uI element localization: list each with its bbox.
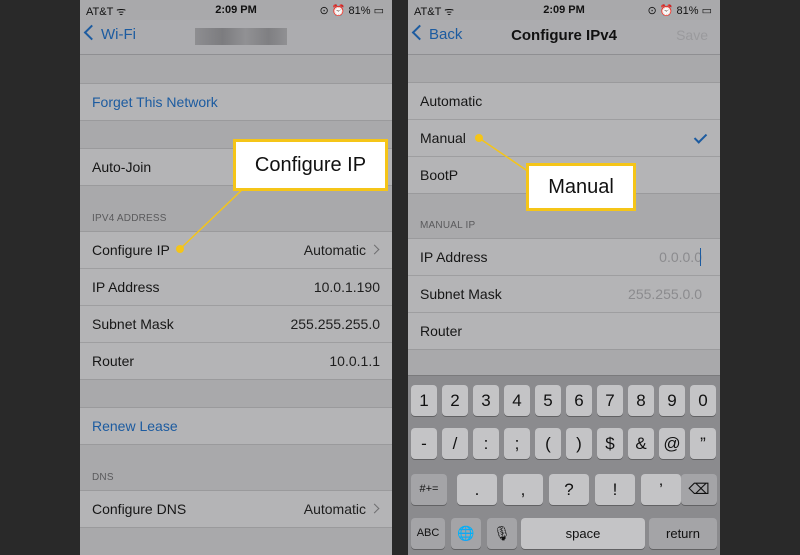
key-semicolon[interactable]: ; bbox=[504, 428, 530, 459]
router-row: Router 10.0.1.1 bbox=[80, 343, 392, 379]
router-value: 10.0.1.1 bbox=[329, 353, 380, 369]
forget-group: Forget This Network bbox=[80, 83, 392, 121]
key-colon[interactable]: : bbox=[473, 428, 499, 459]
configure-dns-row[interactable]: Configure DNS Automatic bbox=[80, 491, 392, 527]
subnet-mask-label: Subnet Mask bbox=[92, 316, 174, 332]
ip-address-label: IP Address bbox=[420, 249, 488, 265]
manual-ip-section-header: MANUAL IP bbox=[420, 220, 476, 231]
left-phone-screen: AT&T ᯤ 2:09 PM ⊙ ⏰ 81% ▭ Wi-Fi Forget Th… bbox=[80, 0, 392, 555]
key-quote[interactable]: ” bbox=[690, 428, 716, 459]
key-7[interactable]: 7 bbox=[597, 385, 623, 416]
key-2[interactable]: 2 bbox=[442, 385, 468, 416]
key-8[interactable]: 8 bbox=[628, 385, 654, 416]
configure-dns-value: Automatic bbox=[303, 501, 366, 517]
option-label: BootP bbox=[420, 167, 459, 183]
callout-dot bbox=[176, 245, 184, 253]
auto-join-label: Auto-Join bbox=[92, 159, 152, 175]
subnet-mask-placeholder: 255.255.0.0 bbox=[628, 286, 702, 302]
option-label: Manual bbox=[420, 130, 466, 146]
key-comma[interactable]: , bbox=[503, 474, 543, 505]
option-manual[interactable]: Manual bbox=[408, 120, 720, 157]
key-apostrophe[interactable]: ’ bbox=[641, 474, 681, 505]
forget-network-label: Forget This Network bbox=[92, 94, 218, 110]
manual-ip-group: IP Address 0.0.0.0 Subnet Mask 255.255.0… bbox=[408, 238, 720, 350]
ipv4-section-header: IPV4 ADDRESS bbox=[92, 213, 167, 224]
key-open-paren[interactable]: ( bbox=[535, 428, 561, 459]
key-question[interactable]: ? bbox=[549, 474, 589, 505]
router-label: Router bbox=[92, 353, 135, 369]
return-key[interactable]: return bbox=[649, 518, 717, 549]
key-at[interactable]: @ bbox=[659, 428, 685, 459]
dns-section-header: DNS bbox=[92, 472, 114, 483]
key-exclaim[interactable]: ! bbox=[595, 474, 635, 505]
checkmark-icon bbox=[693, 130, 708, 144]
forget-network-button[interactable]: Forget This Network bbox=[80, 84, 392, 120]
key-symbols-switch[interactable]: #+= bbox=[411, 474, 447, 505]
chevron-right-icon bbox=[369, 244, 380, 255]
ipv4-group: Configure IP Automatic IP Address 10.0.1… bbox=[80, 231, 392, 380]
key-abc[interactable]: ABC bbox=[411, 518, 445, 549]
router-field[interactable]: Router bbox=[408, 313, 720, 349]
key-6[interactable]: 6 bbox=[566, 385, 592, 416]
subnet-mask-row: Subnet Mask 255.255.255.0 bbox=[80, 306, 392, 343]
manual-callout: Manual bbox=[526, 163, 636, 211]
ip-address-label: IP Address bbox=[92, 279, 160, 295]
nav-bar: Back Configure IPv4 Save bbox=[408, 20, 720, 55]
back-label: Wi-Fi bbox=[101, 26, 136, 43]
page-title: Configure IPv4 bbox=[511, 27, 617, 44]
configure-ip-value: Automatic bbox=[303, 242, 366, 258]
chevron-right-icon bbox=[369, 503, 380, 514]
right-phone-screen: AT&T ᯤ 2:09 PM ⊙ ⏰ 81% ▭ Back Configure … bbox=[408, 0, 720, 555]
key-0[interactable]: 0 bbox=[690, 385, 716, 416]
subnet-mask-field[interactable]: Subnet Mask 255.255.0.0 bbox=[408, 276, 720, 313]
key-3[interactable]: 3 bbox=[473, 385, 499, 416]
renew-lease-button[interactable]: Renew Lease bbox=[80, 408, 392, 444]
chevron-left-icon bbox=[83, 24, 100, 41]
renew-lease-label: Renew Lease bbox=[92, 418, 178, 434]
key-4[interactable]: 4 bbox=[504, 385, 530, 416]
microphone-icon[interactable]: 🎙 bbox=[487, 518, 517, 549]
renew-group: Renew Lease bbox=[80, 407, 392, 445]
globe-icon[interactable]: 🌐 bbox=[451, 518, 481, 549]
configure-ip-label: Configure IP bbox=[92, 242, 170, 258]
back-button[interactable]: Wi-Fi bbox=[83, 24, 136, 43]
key-dash[interactable]: - bbox=[411, 428, 437, 459]
key-close-paren[interactable]: ) bbox=[566, 428, 592, 459]
configure-ip-callout: Configure IP bbox=[233, 139, 388, 191]
key-period[interactable]: . bbox=[457, 474, 497, 505]
status-bar: AT&T ᯤ 2:09 PM ⊙ ⏰ 81% ▭ bbox=[80, 0, 392, 20]
network-name-blurred bbox=[195, 28, 287, 45]
nav-bar: Wi-Fi bbox=[80, 20, 392, 55]
dns-group: Configure DNS Automatic bbox=[80, 490, 392, 528]
option-automatic[interactable]: Automatic bbox=[408, 83, 720, 120]
ip-address-field[interactable]: IP Address 0.0.0.0 bbox=[408, 239, 720, 276]
configure-dns-label: Configure DNS bbox=[92, 501, 187, 517]
status-indicators: ⊙ ⏰ 81% ▭ bbox=[647, 5, 713, 17]
subnet-mask-value: 255.255.255.0 bbox=[290, 316, 380, 332]
numeric-keyboard: 1 2 3 4 5 6 7 8 9 0 - / : ; ( ) $ & @ ” … bbox=[408, 375, 720, 555]
ip-address-row: IP Address 10.0.1.190 bbox=[80, 269, 392, 306]
subnet-mask-label: Subnet Mask bbox=[420, 286, 502, 302]
ip-address-value: 10.0.1.190 bbox=[313, 279, 380, 295]
backspace-icon[interactable]: ⌫ bbox=[681, 474, 717, 505]
callout-dot bbox=[475, 134, 483, 142]
key-slash[interactable]: / bbox=[442, 428, 468, 459]
space-key[interactable]: space bbox=[521, 518, 645, 549]
ip-address-placeholder: 0.0.0.0 bbox=[659, 249, 702, 265]
key-5[interactable]: 5 bbox=[535, 385, 561, 416]
configure-ip-row[interactable]: Configure IP Automatic bbox=[80, 232, 392, 269]
key-9[interactable]: 9 bbox=[659, 385, 685, 416]
key-ampersand[interactable]: & bbox=[628, 428, 654, 459]
key-dollar[interactable]: $ bbox=[597, 428, 623, 459]
key-1[interactable]: 1 bbox=[411, 385, 437, 416]
status-bar: AT&T ᯤ 2:09 PM ⊙ ⏰ 81% ▭ bbox=[408, 0, 720, 20]
save-button[interactable]: Save bbox=[676, 27, 708, 43]
option-label: Automatic bbox=[420, 93, 483, 109]
text-cursor bbox=[699, 248, 701, 266]
router-label: Router bbox=[420, 323, 463, 339]
status-indicators: ⊙ ⏰ 81% ▭ bbox=[319, 5, 385, 17]
